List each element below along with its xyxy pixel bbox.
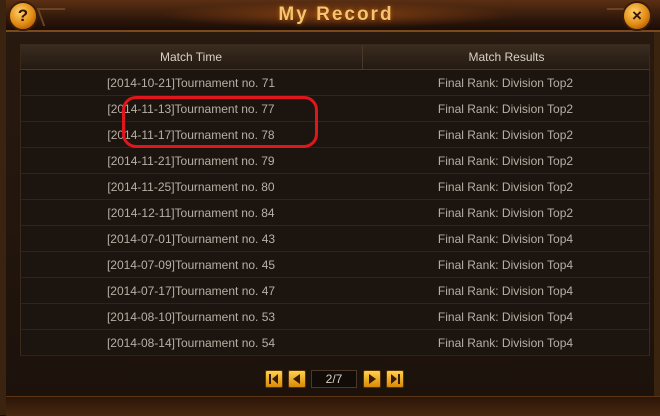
match-time-cell: [2014-07-01]Tournament no. 43: [106, 232, 276, 246]
last-page-icon: [391, 374, 400, 384]
match-result-cell: Final Rank: Division Top2: [437, 76, 574, 90]
table-row[interactable]: [2014-07-09]Tournament no. 45 Final Rank…: [21, 252, 649, 278]
help-icon: ?: [17, 6, 29, 25]
previous-page-icon: [293, 374, 300, 384]
match-time-cell: [2014-08-14]Tournament no. 54: [106, 336, 276, 350]
match-result-cell: Final Rank: Division Top2: [437, 180, 574, 194]
table-row[interactable]: [2014-11-17]Tournament no. 78 Final Rank…: [21, 122, 649, 148]
last-page-button[interactable]: [386, 370, 404, 388]
table-row[interactable]: [2014-07-17]Tournament no. 47 Final Rank…: [21, 278, 649, 304]
match-time-cell: [2014-10-21]Tournament no. 71: [106, 76, 276, 90]
table-row[interactable]: [2014-10-21]Tournament no. 71 Final Rank…: [21, 70, 649, 96]
match-result-cell: Final Rank: Division Top2: [437, 154, 574, 168]
window-title: My Record: [278, 4, 394, 25]
match-result-cell: Final Rank: Division Top2: [437, 206, 574, 220]
bottom-border-decoration: [6, 396, 660, 416]
first-page-icon: [269, 374, 278, 384]
match-result-cell: Final Rank: Division Top2: [437, 102, 574, 116]
record-window: My Record ? × Match Time Match Results […: [0, 0, 660, 416]
help-button[interactable]: ?: [8, 1, 38, 31]
table-row[interactable]: [2014-08-10]Tournament no. 53 Final Rank…: [21, 304, 649, 330]
previous-page-button[interactable]: [288, 370, 306, 388]
next-page-icon: [369, 374, 376, 384]
match-result-cell: Final Rank: Division Top4: [437, 284, 574, 298]
match-time-cell: [2014-11-25]Tournament no. 80: [107, 180, 275, 194]
table-row[interactable]: [2014-11-21]Tournament no. 79 Final Rank…: [21, 148, 649, 174]
match-time-cell: [2014-11-13]Tournament no. 77: [107, 102, 275, 116]
match-result-cell: Final Rank: Division Top4: [437, 310, 574, 324]
close-icon: ×: [632, 6, 642, 25]
match-time-cell: [2014-12-11]Tournament no. 84: [107, 206, 275, 220]
match-result-cell: Final Rank: Division Top4: [437, 232, 574, 246]
header-match-time: Match Time: [159, 50, 222, 64]
page-indicator: 2/7: [311, 370, 357, 388]
match-time-cell: [2014-11-17]Tournament no. 78: [107, 128, 275, 142]
table-row[interactable]: [2014-12-11]Tournament no. 84 Final Rank…: [21, 200, 649, 226]
match-result-cell: Final Rank: Division Top4: [437, 258, 574, 272]
next-page-button[interactable]: [363, 370, 381, 388]
table-header: Match Time Match Results: [21, 45, 649, 70]
record-table: Match Time Match Results [2014-10-21]Tou…: [20, 44, 650, 356]
match-result-cell: Final Rank: Division Top4: [437, 336, 574, 350]
header-match-results: Match Results: [362, 45, 650, 69]
match-time-cell: [2014-08-10]Tournament no. 53: [106, 310, 276, 324]
table-row[interactable]: [2014-11-13]Tournament no. 77 Final Rank…: [21, 96, 649, 122]
match-result-cell: Final Rank: Division Top2: [437, 128, 574, 142]
match-time-cell: [2014-07-09]Tournament no. 45: [106, 258, 276, 272]
first-page-button[interactable]: [265, 370, 283, 388]
title-bar: My Record: [6, 0, 660, 32]
table-row[interactable]: [2014-08-14]Tournament no. 54 Final Rank…: [21, 330, 649, 356]
table-body: [2014-10-21]Tournament no. 71 Final Rank…: [21, 70, 649, 356]
pagination: 2/7: [6, 370, 660, 392]
close-button[interactable]: ×: [622, 1, 652, 31]
match-time-cell: [2014-07-17]Tournament no. 47: [106, 284, 276, 298]
table-row[interactable]: [2014-11-25]Tournament no. 80 Final Rank…: [21, 174, 649, 200]
table-row[interactable]: [2014-07-01]Tournament no. 43 Final Rank…: [21, 226, 649, 252]
match-time-cell: [2014-11-21]Tournament no. 79: [107, 154, 275, 168]
